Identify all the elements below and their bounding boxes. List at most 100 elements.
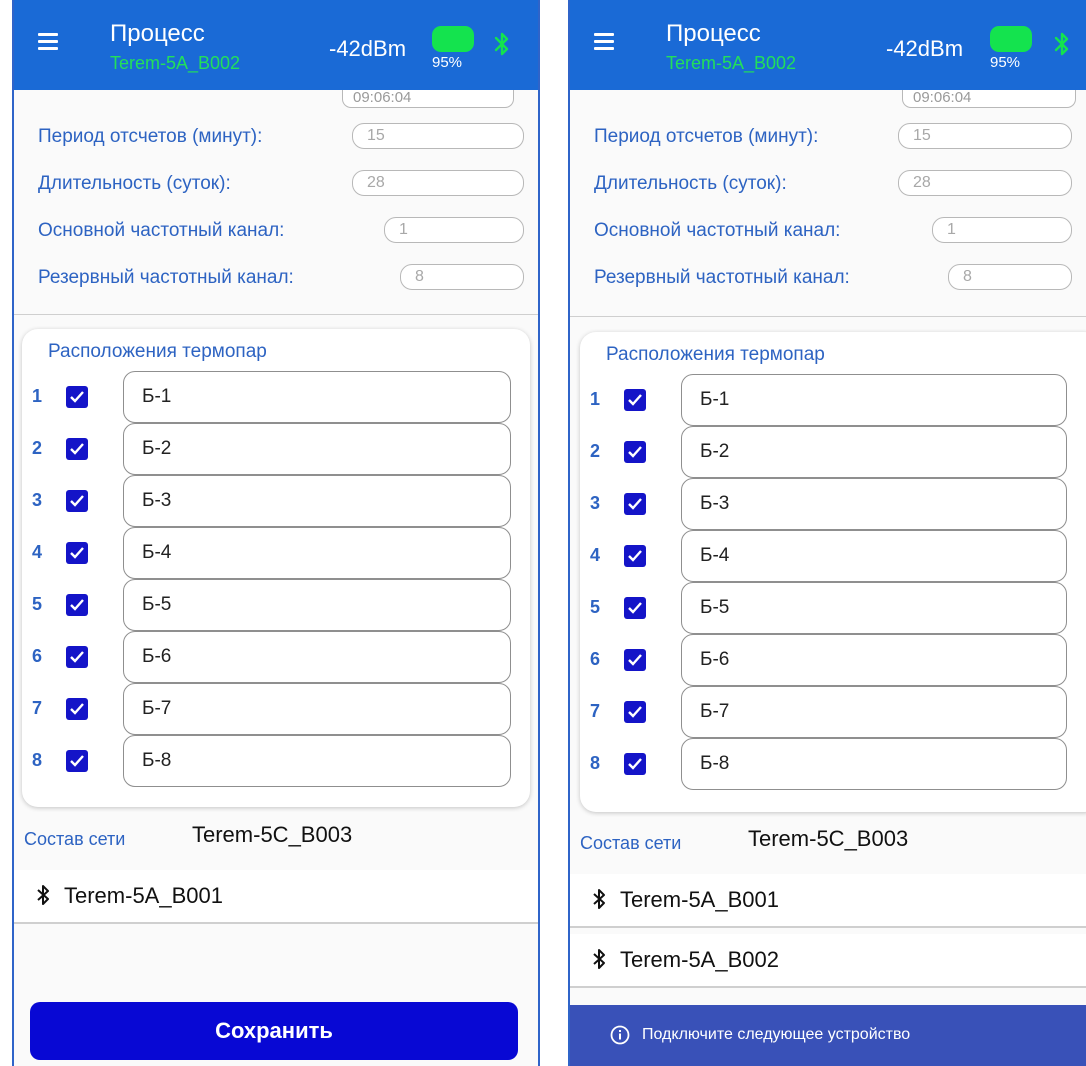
main-channel-field[interactable]: 1 bbox=[932, 217, 1072, 243]
thermocouple-number: 4 bbox=[590, 545, 601, 565]
hamburger-menu-icon[interactable] bbox=[594, 33, 614, 51]
duration-field[interactable]: 28 bbox=[352, 170, 524, 196]
device-name-subtitle: Terem-5A_B002 bbox=[666, 53, 797, 73]
reserve-channel-field[interactable]: 8 bbox=[948, 264, 1072, 290]
thermocouple-number: 5 bbox=[32, 594, 43, 614]
form-row-main-channel: Основной частотный канал: 1 bbox=[38, 215, 524, 249]
checkbox-checked-icon[interactable] bbox=[624, 701, 646, 723]
duration-field[interactable]: 28 bbox=[898, 170, 1072, 196]
thermocouple-location-input[interactable]: Б-6 bbox=[123, 631, 511, 683]
divider bbox=[570, 316, 1086, 317]
main-channel-label: Основной частотный канал: bbox=[38, 220, 285, 241]
thermocouple-location-input[interactable]: Б-8 bbox=[123, 735, 511, 787]
thermocouple-location-input[interactable]: Б-3 bbox=[681, 478, 1067, 530]
start-time-field[interactable]: 09:06:04 bbox=[902, 90, 1076, 108]
device-name: Terem-5A_B001 bbox=[620, 887, 779, 912]
bluetooth-icon bbox=[1054, 32, 1069, 56]
checkbox-checked-icon[interactable] bbox=[66, 750, 88, 772]
save-button[interactable]: Сохранить bbox=[30, 1002, 518, 1060]
network-label: Состав сети bbox=[24, 829, 126, 849]
app-bar: Процесс Terem-5A_B002 -42dBm 95% bbox=[570, 0, 1086, 90]
network-device-item[interactable]: Terem-5A_B001 bbox=[570, 874, 1086, 928]
reserve-channel-label: Резервный частотный канал: bbox=[594, 267, 850, 288]
start-time-field[interactable]: 09:06:04 bbox=[342, 90, 514, 108]
checkbox-checked-icon[interactable] bbox=[624, 441, 646, 463]
thermocouple-row: 5 Б-5 bbox=[22, 579, 530, 631]
thermocouple-location-input[interactable]: Б-3 bbox=[123, 475, 511, 527]
thermocouple-row: 2 Б-2 bbox=[580, 426, 1086, 478]
network-device-item[interactable]: Terem-5A_B001 bbox=[14, 870, 538, 924]
checkbox-checked-icon[interactable] bbox=[66, 386, 88, 408]
bluetooth-icon bbox=[494, 32, 509, 56]
thermocouple-location-input[interactable]: Б-4 bbox=[681, 530, 1067, 582]
checkbox-checked-icon[interactable] bbox=[624, 649, 646, 671]
checkbox-checked-icon[interactable] bbox=[624, 545, 646, 567]
signal-strength: -42dBm bbox=[329, 36, 407, 61]
network-coordinator: Terem-5C_B003 bbox=[192, 822, 353, 847]
main-channel-field[interactable]: 1 bbox=[384, 217, 524, 243]
thermocouple-title: Расположения термопар bbox=[606, 344, 825, 365]
page-title: Процесс bbox=[110, 20, 205, 47]
checkbox-checked-icon[interactable] bbox=[66, 438, 88, 460]
thermocouple-location-input[interactable]: Б-5 bbox=[681, 582, 1067, 634]
period-field[interactable]: 15 bbox=[352, 123, 524, 149]
thermocouple-location-input[interactable]: Б-5 bbox=[123, 579, 511, 631]
thermocouple-number: 5 bbox=[590, 597, 601, 617]
period-label: Период отсчетов (минут): bbox=[38, 126, 263, 147]
thermocouple-location-input[interactable]: Б-8 bbox=[681, 738, 1067, 790]
period-field[interactable]: 15 bbox=[898, 123, 1072, 149]
thermocouple-location-input[interactable]: Б-7 bbox=[681, 686, 1067, 738]
thermocouple-number: 8 bbox=[32, 750, 43, 770]
period-label: Период отсчетов (минут): bbox=[594, 126, 819, 147]
checkbox-checked-icon[interactable] bbox=[66, 594, 88, 616]
thermocouple-number: 2 bbox=[32, 438, 43, 458]
hamburger-menu-icon[interactable] bbox=[38, 33, 58, 51]
duration-label: Длительность (суток): bbox=[38, 173, 231, 194]
thermocouple-location-input[interactable]: Б-2 bbox=[123, 423, 511, 475]
thermocouple-location-input[interactable]: Б-4 bbox=[123, 527, 511, 579]
reserve-channel-field[interactable]: 8 bbox=[400, 264, 524, 290]
thermocouple-location-input[interactable]: Б-6 bbox=[681, 634, 1067, 686]
thermocouple-number: 2 bbox=[590, 441, 601, 461]
checkbox-checked-icon[interactable] bbox=[66, 542, 88, 564]
thermocouple-location-input[interactable]: Б-7 bbox=[123, 683, 511, 735]
thermocouple-number: 6 bbox=[32, 646, 43, 666]
form-row-period: Период отсчетов (минут): 15 bbox=[38, 121, 524, 155]
device-name-subtitle: Terem-5A_B002 bbox=[110, 53, 241, 73]
checkbox-checked-icon[interactable] bbox=[66, 490, 88, 512]
form-row-main-channel: Основной частотный канал: 1 bbox=[594, 215, 1072, 249]
thermocouple-number: 4 bbox=[32, 542, 43, 562]
thermocouple-row: 5 Б-5 bbox=[580, 582, 1086, 634]
checkbox-checked-icon[interactable] bbox=[624, 493, 646, 515]
thermocouple-row: 6 Б-6 bbox=[22, 631, 530, 683]
thermocouple-number: 6 bbox=[590, 649, 601, 669]
thermocouple-number: 1 bbox=[590, 389, 601, 409]
checkbox-checked-icon[interactable] bbox=[624, 753, 646, 775]
bluetooth-icon bbox=[593, 949, 605, 969]
thermocouple-row: 7 Б-7 bbox=[22, 683, 530, 735]
thermocouple-location-input[interactable]: Б-2 bbox=[681, 426, 1067, 478]
thermocouple-row: 4 Б-4 bbox=[22, 527, 530, 579]
battery-percentage: 95% bbox=[990, 54, 1021, 71]
app-bar: Процесс Terem-5A_B002 -42dBm 95% bbox=[14, 0, 538, 90]
checkbox-checked-icon[interactable] bbox=[624, 597, 646, 619]
checkbox-checked-icon[interactable] bbox=[66, 646, 88, 668]
thermocouple-card: Расположения термопар 1 Б-1 2 Б-2 3 Б-3 … bbox=[22, 329, 530, 807]
thermocouple-location-input[interactable]: Б-1 bbox=[123, 371, 511, 423]
thermocouple-number: 7 bbox=[32, 698, 43, 718]
reserve-channel-label: Резервный частотный канал: bbox=[38, 267, 294, 288]
device-name: Terem-5A_B002 bbox=[620, 947, 779, 972]
thermocouple-location-input[interactable]: Б-1 bbox=[681, 374, 1067, 426]
phone-screen-left: Процесс Terem-5A_B002 -42dBm 95% 09:06:0… bbox=[12, 0, 540, 1066]
form-row-duration: Длительность (суток): 28 bbox=[38, 168, 524, 202]
thermocouple-number: 3 bbox=[590, 493, 601, 513]
checkbox-checked-icon[interactable] bbox=[66, 698, 88, 720]
bluetooth-icon bbox=[37, 885, 49, 905]
thermocouple-row: 8 Б-8 bbox=[580, 738, 1086, 790]
battery-percentage: 95% bbox=[432, 54, 463, 71]
thermocouple-number: 7 bbox=[590, 701, 601, 721]
phone-screen-right: Процесс Terem-5A_B002 -42dBm 95% 09:06:0… bbox=[568, 0, 1086, 1066]
checkbox-checked-icon[interactable] bbox=[624, 389, 646, 411]
network-coordinator: Terem-5C_B003 bbox=[748, 826, 909, 851]
network-device-item[interactable]: Terem-5A_B002 bbox=[570, 934, 1086, 988]
